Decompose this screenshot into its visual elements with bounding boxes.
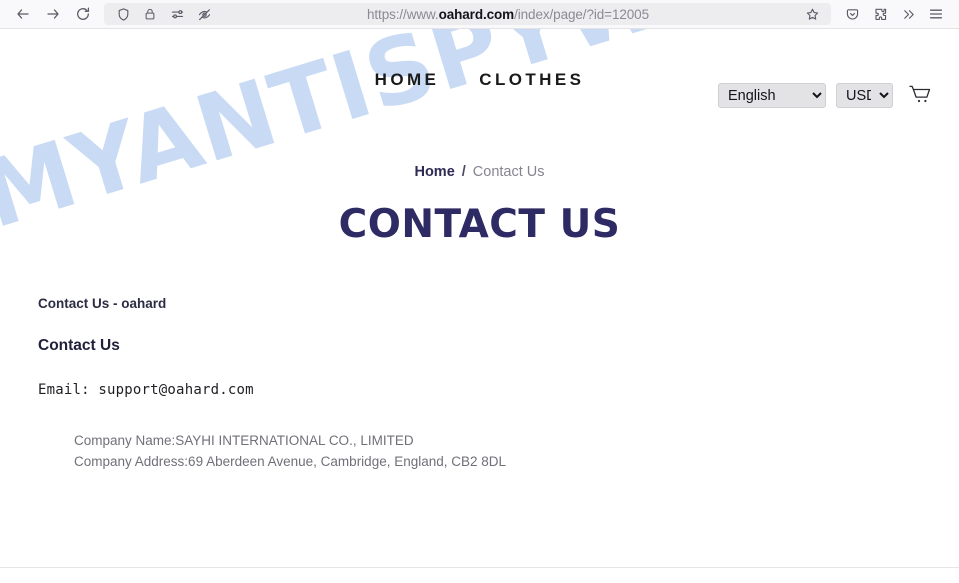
address-bar-actions [799, 3, 825, 25]
company-details: Company Name:SAYHI INTERNATIONAL CO., LI… [38, 431, 921, 472]
pocket-icon[interactable] [839, 3, 865, 25]
url-text[interactable]: https://www.oahard.com/index/page/?id=12… [217, 7, 799, 22]
forward-button[interactable] [40, 3, 66, 25]
page-content: HOME CLOTHES English USD Home / Contact … [0, 29, 959, 472]
reload-button[interactable] [70, 3, 96, 25]
page-title: CONTACT US [338, 202, 621, 247]
nav-link-clothes[interactable]: CLOTHES [479, 70, 584, 90]
content-lead: Contact Us - oahard [38, 296, 167, 311]
browser-toolbar-right [839, 3, 949, 25]
address-bar[interactable]: https://www.oahard.com/index/page/?id=12… [104, 3, 831, 25]
language-select[interactable]: English [718, 82, 826, 108]
star-icon[interactable] [799, 3, 825, 25]
breadcrumb-separator: / [461, 164, 466, 180]
puzzle-icon[interactable] [867, 3, 893, 25]
company-name: Company Name:SAYHI INTERNATIONAL CO., LI… [74, 433, 414, 448]
breadcrumb: Home / Contact Us [0, 131, 959, 180]
breadcrumb-current: Contact Us [472, 164, 545, 180]
address-bar-identity-icons [110, 3, 217, 25]
contact-email-line: Email: support@oahard.com [38, 382, 254, 398]
shield-icon[interactable] [110, 3, 136, 25]
page-viewport: MYANTISPYWARE.COM HOME CLOTHES English U… [0, 29, 959, 583]
currency-select[interactable]: USD [836, 82, 893, 108]
browser-nav-buttons [10, 3, 96, 25]
contact-content: Contact Us - oahard Contact Us Email: su… [0, 296, 959, 472]
chevron-double-right-icon[interactable] [895, 3, 921, 25]
eye-slash-icon[interactable] [191, 3, 217, 25]
url-host: oahard.com [438, 6, 515, 22]
url-path: /index/page/?id=12005 [514, 6, 649, 22]
permissions-icon[interactable] [164, 3, 190, 25]
hamburger-menu-icon[interactable] [923, 3, 949, 25]
back-button[interactable] [10, 3, 36, 25]
header-controls: English USD [718, 79, 937, 111]
nav-link-home[interactable]: HOME [375, 70, 440, 90]
browser-toolbar: https://www.oahard.com/index/page/?id=12… [0, 0, 959, 29]
content-subheading: Contact Us [38, 337, 120, 354]
shopping-cart-icon[interactable] [903, 79, 937, 111]
site-header: HOME CLOTHES English USD [0, 29, 959, 131]
lock-icon[interactable] [137, 3, 163, 25]
main-navigation: HOME CLOTHES [375, 70, 585, 90]
company-address: Company Address:69 Aberdeen Avenue, Camb… [74, 453, 507, 469]
url-scheme: https://www. [366, 6, 439, 22]
breadcrumb-home-link[interactable]: Home [414, 164, 454, 180]
footer-divider [0, 567, 959, 568]
